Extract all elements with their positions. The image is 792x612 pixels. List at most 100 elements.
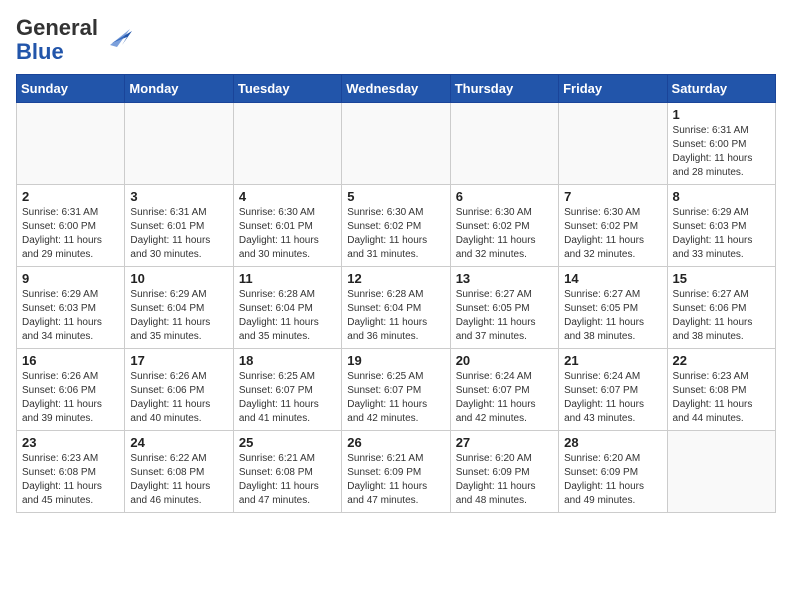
calendar-day-cell: 10 Sunrise: 6:29 AM Sunset: 6:04 PM Dayli…: [125, 267, 233, 349]
calendar-day-cell: 15Sunrise: 6:27 AM Sunset: 6:06 PM Dayli…: [667, 267, 775, 349]
day-number: 20: [456, 353, 553, 368]
day-info: Sunrise: 6:31 AM Sunset: 6:00 PM Dayligh…: [673, 124, 770, 180]
day-info: Sunrise: 6:23 AM Sunset: 6:08 PM Dayligh…: [22, 452, 119, 508]
day-number: 21: [564, 353, 661, 368]
day-info: Sunrise: 6:31 AM Sunset: 6:01 PM Dayligh…: [130, 206, 227, 262]
calendar-week-row: 23Sunrise: 6:23 AM Sunset: 6:08 PM Dayli…: [17, 431, 776, 513]
calendar-header-row: SundayMondayTuesdayWednesdayThursdayFrid…: [17, 75, 776, 103]
calendar-week-row: 1 Sunrise: 6:31 AM Sunset: 6:00 PM Daylig…: [17, 103, 776, 185]
day-number: 19: [347, 353, 444, 368]
day-number: 15: [673, 271, 770, 286]
calendar-empty-cell: [17, 103, 125, 185]
calendar-week-row: 2 Sunrise: 6:31 AM Sunset: 6:00 PM Daylig…: [17, 185, 776, 267]
calendar-day-cell: 13Sunrise: 6:27 AM Sunset: 6:05 PM Dayli…: [450, 267, 558, 349]
weekday-header-saturday: Saturday: [667, 75, 775, 103]
day-number: 17: [130, 353, 227, 368]
day-number: 8: [673, 189, 770, 204]
day-info: Sunrise: 6:24 AM Sunset: 6:07 PM Dayligh…: [564, 370, 661, 426]
day-number: 13: [456, 271, 553, 286]
calendar-day-cell: 1 Sunrise: 6:31 AM Sunset: 6:00 PM Daylig…: [667, 103, 775, 185]
calendar-empty-cell: [125, 103, 233, 185]
day-info: Sunrise: 6:31 AM Sunset: 6:00 PM Dayligh…: [22, 206, 119, 262]
calendar-day-cell: 21 Sunrise: 6:24 AM Sunset: 6:07 PM Dayli…: [559, 349, 667, 431]
day-info: Sunrise: 6:29 AM Sunset: 6:03 PM Dayligh…: [673, 206, 770, 262]
calendar-day-cell: 18 Sunrise: 6:25 AM Sunset: 6:07 PM Dayli…: [233, 349, 341, 431]
day-number: 22: [673, 353, 770, 368]
calendar-day-cell: 16Sunrise: 6:26 AM Sunset: 6:06 PM Dayli…: [17, 349, 125, 431]
calendar-day-cell: 6Sunrise: 6:30 AM Sunset: 6:02 PM Daylig…: [450, 185, 558, 267]
calendar-table: SundayMondayTuesdayWednesdayThursdayFrid…: [16, 74, 776, 513]
logo-blue-text: Blue: [16, 39, 64, 64]
day-number: 25: [239, 435, 336, 450]
day-info: Sunrise: 6:21 AM Sunset: 6:08 PM Dayligh…: [239, 452, 336, 508]
day-info: Sunrise: 6:24 AM Sunset: 6:07 PM Dayligh…: [456, 370, 553, 426]
logo: General Blue: [16, 16, 132, 64]
day-info: Sunrise: 6:27 AM Sunset: 6:05 PM Dayligh…: [564, 288, 661, 344]
calendar-day-cell: 26 Sunrise: 6:21 AM Sunset: 6:09 PM Dayli…: [342, 431, 450, 513]
day-info: Sunrise: 6:20 AM Sunset: 6:09 PM Dayligh…: [564, 452, 661, 508]
calendar-day-cell: 12 Sunrise: 6:28 AM Sunset: 6:04 PM Dayli…: [342, 267, 450, 349]
calendar-day-cell: 20 Sunrise: 6:24 AM Sunset: 6:07 PM Dayli…: [450, 349, 558, 431]
weekday-header-thursday: Thursday: [450, 75, 558, 103]
calendar-day-cell: 17 Sunrise: 6:26 AM Sunset: 6:06 PM Dayli…: [125, 349, 233, 431]
weekday-header-friday: Friday: [559, 75, 667, 103]
weekday-header-wednesday: Wednesday: [342, 75, 450, 103]
weekday-header-sunday: Sunday: [17, 75, 125, 103]
day-number: 14: [564, 271, 661, 286]
day-info: Sunrise: 6:26 AM Sunset: 6:06 PM Dayligh…: [130, 370, 227, 426]
day-number: 26: [347, 435, 444, 450]
day-number: 2: [22, 189, 119, 204]
day-number: 28: [564, 435, 661, 450]
day-info: Sunrise: 6:22 AM Sunset: 6:08 PM Dayligh…: [130, 452, 227, 508]
day-number: 27: [456, 435, 553, 450]
day-info: Sunrise: 6:20 AM Sunset: 6:09 PM Dayligh…: [456, 452, 553, 508]
calendar-empty-cell: [559, 103, 667, 185]
day-info: Sunrise: 6:30 AM Sunset: 6:02 PM Dayligh…: [564, 206, 661, 262]
calendar-empty-cell: [450, 103, 558, 185]
day-number: 4: [239, 189, 336, 204]
calendar-day-cell: 8 Sunrise: 6:29 AM Sunset: 6:03 PM Daylig…: [667, 185, 775, 267]
day-number: 9: [22, 271, 119, 286]
logo-general-text: General: [16, 15, 98, 40]
day-info: Sunrise: 6:29 AM Sunset: 6:04 PM Dayligh…: [130, 288, 227, 344]
day-number: 16: [22, 353, 119, 368]
day-number: 24: [130, 435, 227, 450]
calendar-day-cell: 5 Sunrise: 6:30 AM Sunset: 6:02 PM Daylig…: [342, 185, 450, 267]
logo-bird-icon: [102, 23, 132, 58]
calendar-day-cell: 2 Sunrise: 6:31 AM Sunset: 6:00 PM Daylig…: [17, 185, 125, 267]
day-info: Sunrise: 6:30 AM Sunset: 6:02 PM Dayligh…: [347, 206, 444, 262]
day-info: Sunrise: 6:30 AM Sunset: 6:02 PM Dayligh…: [456, 206, 553, 262]
day-number: 5: [347, 189, 444, 204]
day-info: Sunrise: 6:25 AM Sunset: 6:07 PM Dayligh…: [239, 370, 336, 426]
calendar-day-cell: 7 Sunrise: 6:30 AM Sunset: 6:02 PM Daylig…: [559, 185, 667, 267]
calendar-day-cell: 27 Sunrise: 6:20 AM Sunset: 6:09 PM Dayli…: [450, 431, 558, 513]
calendar-day-cell: 24 Sunrise: 6:22 AM Sunset: 6:08 PM Dayli…: [125, 431, 233, 513]
calendar-day-cell: 11Sunrise: 6:28 AM Sunset: 6:04 PM Dayli…: [233, 267, 341, 349]
day-info: Sunrise: 6:21 AM Sunset: 6:09 PM Dayligh…: [347, 452, 444, 508]
header: General Blue: [16, 16, 776, 64]
calendar-day-cell: 25 Sunrise: 6:21 AM Sunset: 6:08 PM Dayli…: [233, 431, 341, 513]
calendar-day-cell: 28 Sunrise: 6:20 AM Sunset: 6:09 PM Dayli…: [559, 431, 667, 513]
day-info: Sunrise: 6:30 AM Sunset: 6:01 PM Dayligh…: [239, 206, 336, 262]
day-info: Sunrise: 6:28 AM Sunset: 6:04 PM Dayligh…: [347, 288, 444, 344]
calendar-day-cell: 22 Sunrise: 6:23 AM Sunset: 6:08 PM Dayli…: [667, 349, 775, 431]
calendar-empty-cell: [667, 431, 775, 513]
calendar-empty-cell: [233, 103, 341, 185]
day-info: Sunrise: 6:23 AM Sunset: 6:08 PM Dayligh…: [673, 370, 770, 426]
day-info: Sunrise: 6:28 AM Sunset: 6:04 PM Dayligh…: [239, 288, 336, 344]
calendar-day-cell: 19 Sunrise: 6:25 AM Sunset: 6:07 PM Dayli…: [342, 349, 450, 431]
calendar-day-cell: 4 Sunrise: 6:30 AM Sunset: 6:01 PM Daylig…: [233, 185, 341, 267]
day-info: Sunrise: 6:25 AM Sunset: 6:07 PM Dayligh…: [347, 370, 444, 426]
weekday-header-monday: Monday: [125, 75, 233, 103]
weekday-header-tuesday: Tuesday: [233, 75, 341, 103]
day-number: 1: [673, 107, 770, 122]
calendar-empty-cell: [342, 103, 450, 185]
calendar-day-cell: 14 Sunrise: 6:27 AM Sunset: 6:05 PM Dayli…: [559, 267, 667, 349]
calendar-day-cell: 23Sunrise: 6:23 AM Sunset: 6:08 PM Dayli…: [17, 431, 125, 513]
day-number: 18: [239, 353, 336, 368]
calendar-week-row: 9Sunrise: 6:29 AM Sunset: 6:03 PM Daylig…: [17, 267, 776, 349]
day-number: 7: [564, 189, 661, 204]
day-number: 12: [347, 271, 444, 286]
calendar-day-cell: 3Sunrise: 6:31 AM Sunset: 6:01 PM Daylig…: [125, 185, 233, 267]
day-number: 10: [130, 271, 227, 286]
